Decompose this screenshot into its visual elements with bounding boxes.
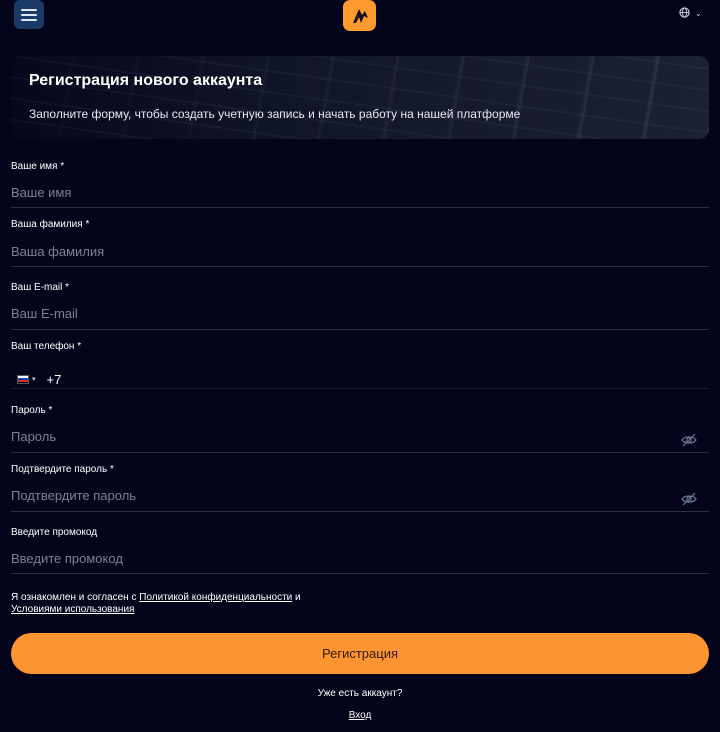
divider	[11, 329, 709, 330]
divider	[11, 207, 709, 208]
last-name-input[interactable]	[11, 239, 709, 263]
email-label: Ваш E-mail *	[11, 282, 70, 293]
chevron-down-icon: ▾	[32, 376, 36, 383]
login-link[interactable]: Вход	[349, 710, 372, 721]
registration-page: ⌄ Регистрация нового аккаунта Заполните …	[0, 0, 720, 732]
confirm-password-label: Подтвердите пароль *	[11, 464, 114, 475]
divider	[11, 511, 709, 512]
terms-of-use-link[interactable]: Условиями использования	[11, 604, 134, 615]
page-title: Регистрация нового аккаунта	[29, 72, 263, 89]
brand-logo[interactable]	[343, 0, 376, 31]
page-subtitle: Заполните форму, чтобы создать учетную з…	[29, 107, 521, 121]
privacy-policy-link[interactable]: Политикой конфиденциальности	[139, 592, 292, 603]
divider	[11, 266, 709, 267]
password-label: Пароль *	[11, 405, 53, 416]
divider	[11, 452, 709, 453]
divider	[11, 388, 709, 389]
country-selector[interactable]: ▾	[17, 374, 36, 384]
russia-flag-icon	[17, 374, 29, 384]
language-selector[interactable]: ⌄	[679, 7, 702, 21]
password-input[interactable]	[11, 424, 661, 448]
promo-input[interactable]	[11, 546, 709, 570]
eye-off-icon[interactable]	[681, 492, 697, 506]
email-input[interactable]	[11, 301, 709, 325]
first-name-input[interactable]	[11, 180, 709, 204]
first-name-label: Ваше имя *	[11, 161, 65, 172]
login-link-wrapper: Вход	[0, 710, 720, 721]
registration-banner: Регистрация нового аккаунта Заполните фо…	[11, 56, 709, 139]
hamburger-icon[interactable]	[14, 0, 44, 29]
confirm-password-input[interactable]	[11, 483, 661, 507]
divider	[11, 573, 709, 574]
have-account-text: Уже есть аккаунт?	[317, 688, 403, 699]
promo-label: Введите промокод	[11, 527, 98, 538]
globe-icon	[679, 5, 690, 23]
register-button[interactable]: Регистрация	[11, 633, 709, 674]
phone-prefix: +7	[46, 371, 62, 387]
top-bar: ⌄	[0, 0, 720, 34]
last-name-label: Ваша фамилия *	[11, 219, 90, 230]
terms-text: Я ознакомлен и согласен с	[11, 592, 140, 603]
phone-label: Ваш телефон *	[11, 341, 82, 352]
terms-and-text: и	[292, 592, 301, 603]
eye-off-icon[interactable]	[681, 433, 697, 447]
chevron-down-icon: ⌄	[695, 9, 702, 18]
terms-consent: Я ознакомлен и согласен с Политикой конф…	[11, 592, 341, 616]
